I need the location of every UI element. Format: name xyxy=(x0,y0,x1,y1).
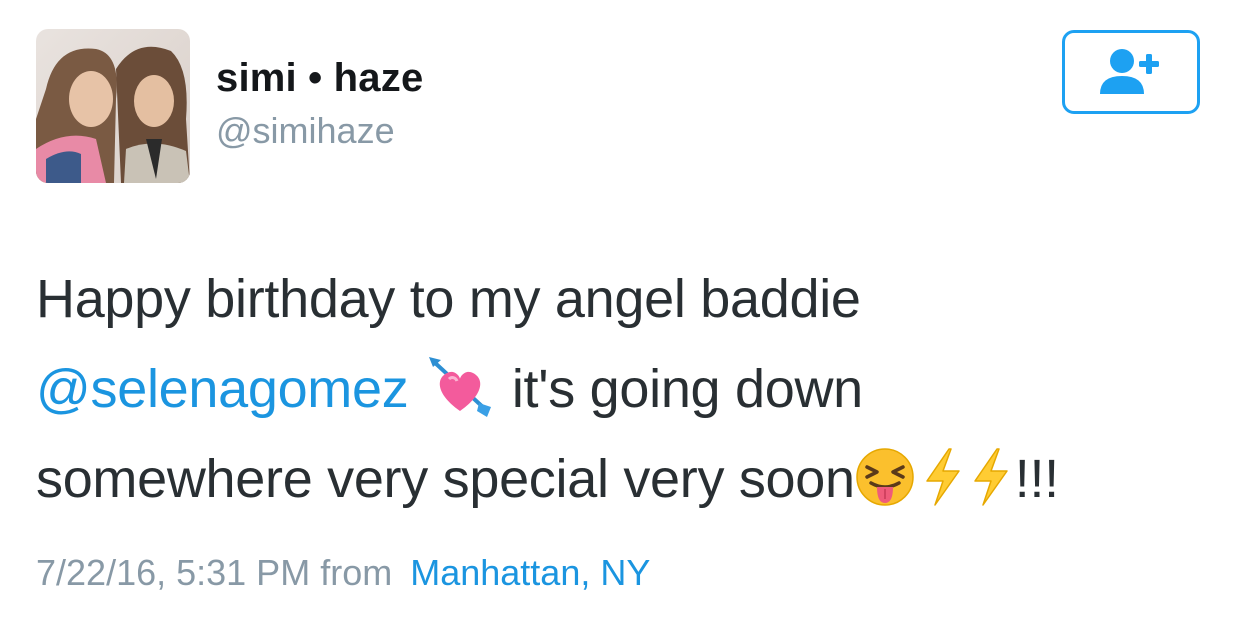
tweet-meta: 7/22/16, 5:31 PM from Manhattan, NY xyxy=(36,552,650,594)
tweet-line-2: @selenagomez it's going down xyxy=(36,344,1216,434)
exclamation-marks: !!! xyxy=(1014,449,1059,509)
follow-button[interactable] xyxy=(1062,30,1200,114)
tweet-line-3: somewhere very special very soon !!! xyxy=(36,434,1216,524)
tweet-text: Happy birthday to my angel baddie @selen… xyxy=(36,254,1216,524)
high-voltage-icon xyxy=(923,444,963,534)
avatar[interactable] xyxy=(36,29,190,183)
profile-photo-icon xyxy=(36,29,190,183)
tweet-line-3-text: somewhere very special very soon xyxy=(36,449,855,509)
mention-link[interactable]: @selenagomez xyxy=(36,359,409,419)
tweet-line-2-rest: it's going down xyxy=(511,359,863,419)
user-handle[interactable]: @simihaze xyxy=(216,110,395,152)
location-link[interactable]: Manhattan, NY xyxy=(410,552,650,593)
heart-with-arrow-icon xyxy=(427,354,493,444)
timestamp[interactable]: 7/22/16, 5:31 PM xyxy=(36,552,310,593)
squinting-face-with-tongue-icon xyxy=(855,444,915,534)
high-voltage-icon xyxy=(971,444,1011,534)
tweet-line-1: Happy birthday to my angel baddie xyxy=(36,269,861,329)
from-label: from xyxy=(320,552,393,593)
follow-user-plus-icon xyxy=(1100,49,1159,94)
display-name[interactable]: simi • haze xyxy=(216,56,423,101)
tweet-card: simi • haze @simihaze Happy birthday to … xyxy=(0,0,1242,618)
